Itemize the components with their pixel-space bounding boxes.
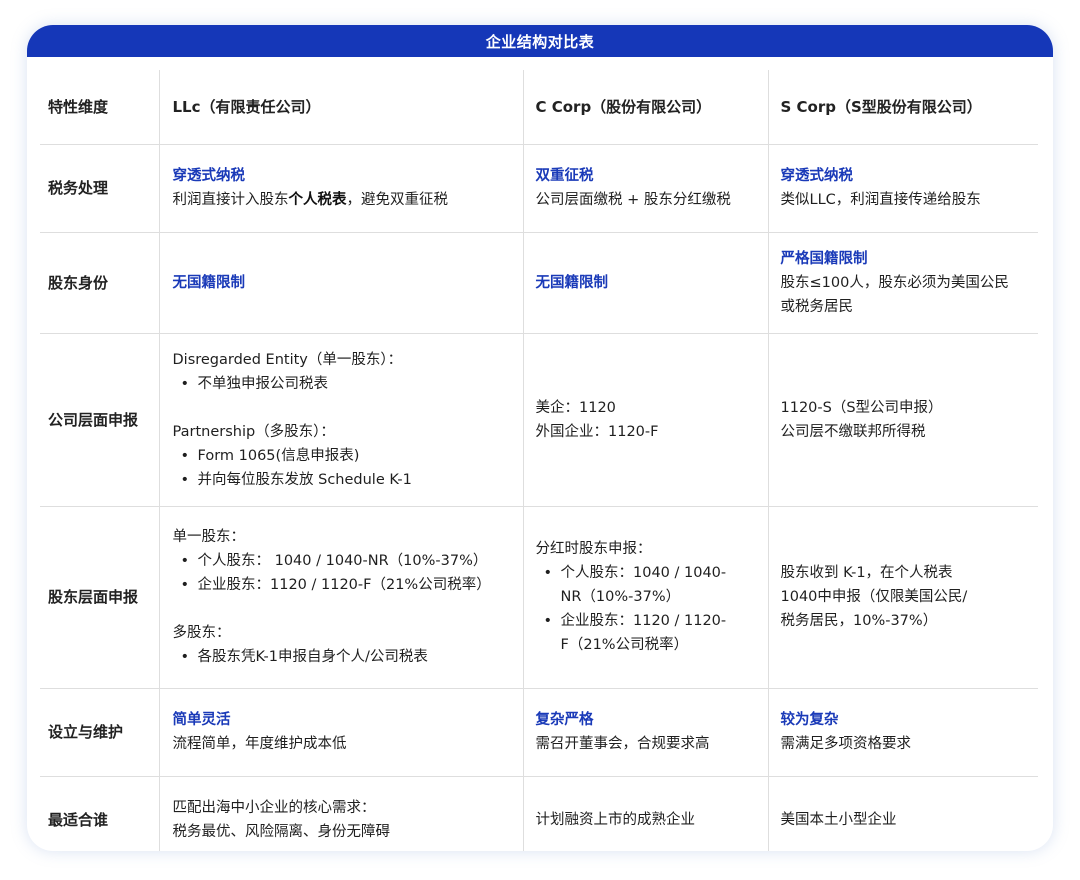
bullet-icon: •	[180, 649, 190, 665]
cell-text: 公司层不缴联邦所得税	[780, 423, 926, 440]
table-row-shareholder: 股东身份 无国籍限制 无国籍限制 严格国籍限制 股东≤100人，股东必须为美国公…	[40, 232, 1038, 334]
header-ccorp: C Corp（股份有限公司）	[523, 70, 769, 145]
bullet-icon: •	[180, 471, 190, 488]
table-title: 企业结构对比表	[27, 25, 1053, 57]
header-scorp: S Corp（S型股份有限公司）	[768, 70, 1038, 145]
cell-ccorp: 双重征税 公司层面缴税 + 股东分红缴税	[523, 144, 769, 233]
cell-text: 需满足多项资格要求	[780, 736, 912, 752]
bullet-item: •企业股东：1120 / 1120-F（21%公司税率）	[536, 609, 756, 657]
cell-llc: 无国籍限制	[159, 232, 524, 334]
cell-heading: 分红时股东申报：	[535, 541, 652, 557]
table-header-row: 特性维度 LLc（有限责任公司） C Corp（股份有限公司） S Corp（S…	[40, 70, 1038, 145]
cell-text: 匹配出海中小企业的核心需求：	[172, 800, 376, 817]
bullet-icon: •	[180, 447, 190, 464]
table-row-tax: 税务处理 穿透式纳税 利润直接计入股东个人税表，避免双重征税 双重征税 公司层面…	[40, 144, 1038, 233]
cell-text: 1120-S（S型公司申报）	[780, 399, 943, 416]
cell-heading: Partnership（多股东）：	[172, 423, 335, 440]
row-label: 股东层面申报	[40, 506, 160, 689]
cell-scorp: 1120-S（S型公司申报） 公司层不缴联邦所得税	[768, 333, 1038, 507]
bullet-item: • Form 1065(信息申报表)	[173, 444, 511, 468]
highlight-text: 较为复杂	[780, 712, 839, 728]
cell-text: 税务最优、风险隔离、身份无障碍	[172, 824, 391, 841]
row-label: 公司层面申报	[40, 333, 160, 507]
row-label: 最适合谁	[40, 776, 160, 851]
cell-llc: 匹配出海中小企业的核心需求： 税务最优、风险隔离、身份无障碍	[159, 776, 524, 851]
bullet-icon: •	[180, 375, 190, 392]
cell-llc: Disregarded Entity（单一股东）： • 不单独申报公司税表 Par…	[159, 333, 524, 507]
bullet-item: • 并向每位股东发放 Schedule K-1	[173, 468, 511, 492]
cell-llc: 单一股东： • 个人股东： 1040 / 1040-NR（10%-37%） • 企业…	[159, 506, 524, 689]
bullet-item: •企业股东：1120 / 1120-F（21%公司税率）	[173, 573, 511, 597]
row-label: 股东身份	[40, 232, 160, 334]
bullet-icon: •	[180, 553, 190, 569]
highlight-text: 穿透式纳税	[172, 168, 246, 184]
cell-text: 1040中申报（仅限美国公民/	[780, 589, 968, 605]
highlight-text: 复杂严格	[535, 712, 594, 728]
cell-text: 需召开董事会，合规要求高	[535, 736, 710, 752]
cell-heading: 多股东：	[172, 625, 231, 641]
cell-ccorp: 分红时股东申报： • 个人股东：1040 / 1040- NR（10%-37%） •…	[523, 506, 769, 689]
bullet-item: • 各股东凭K-1申报自身个人/公司税表	[173, 645, 511, 669]
cell-scorp: 股东收到 K-1，在个人税表 1040中申报（仅限美国公民/ 税务居民，10%-…	[768, 506, 1038, 689]
cell-text: 或税务居民	[780, 298, 854, 315]
cell-text: 股东≤100人，股东必须为美国公民	[780, 274, 1009, 291]
cell-scorp: 穿透式纳税 类似LLC，利润直接传递给股东	[768, 144, 1038, 233]
row-label: 税务处理	[40, 144, 160, 233]
cell-text: 美国本土小型企业	[780, 812, 897, 829]
header-feature: 特性维度	[40, 70, 160, 145]
highlight-text: 简单灵活	[172, 712, 231, 728]
bullet-icon: •	[180, 577, 190, 593]
table-row-shareholder-filing: 股东层面申报 单一股东： • 个人股东： 1040 / 1040-NR（10%-3…	[40, 506, 1038, 689]
cell-ccorp: 计划融资上市的成熟企业	[523, 776, 769, 851]
comparison-table: 特性维度 LLc（有限责任公司） C Corp（股份有限公司） S Corp（S…	[40, 70, 1038, 851]
cell-scorp: 严格国籍限制 股东≤100人，股东必须为美国公民 或税务居民	[768, 232, 1038, 334]
cell-text: 股东收到 K-1，在个人税表	[780, 565, 953, 581]
cell-ccorp: 复杂严格 需召开董事会，合规要求高	[523, 688, 769, 777]
row-label: 设立与维护	[40, 688, 160, 777]
highlight-text: 无国籍限制	[535, 274, 609, 291]
header-llc: LLc（有限责任公司）	[159, 70, 524, 145]
bullet-icon: •	[543, 565, 553, 581]
cell-scorp: 较为复杂 需满足多项资格要求	[768, 688, 1038, 777]
cell-text: 美企：1120	[535, 399, 616, 416]
bullet-item: • 不单独申报公司税表	[173, 372, 511, 396]
bullet-item: • 个人股东：1040 / 1040- NR（10%-37%）	[536, 561, 756, 609]
bullet-icon: •	[543, 613, 553, 629]
highlight-text: 严格国籍限制	[780, 250, 868, 267]
cell-llc: 简单灵活 流程简单，年度维护成本低	[159, 688, 524, 777]
highlight-text: 无国籍限制	[172, 274, 246, 291]
table-row-corp-filing: 公司层面申报 Disregarded Entity（单一股东）： • 不单独申报公…	[40, 333, 1038, 507]
table-row-fit: 最适合谁 匹配出海中小企业的核心需求： 税务最优、风险隔离、身份无障碍 计划融资…	[40, 776, 1038, 851]
cell-text: 税务居民，10%-37%）	[780, 613, 938, 629]
cell-text: 公司层面缴税 + 股东分红缴税	[535, 192, 731, 208]
cell-llc: 穿透式纳税 利润直接计入股东个人税表，避免双重征税	[159, 144, 524, 233]
cell-text: 流程简单，年度维护成本低	[172, 736, 347, 752]
cell-heading: 单一股东：	[172, 529, 246, 545]
cell-text: 计划融资上市的成熟企业	[535, 812, 696, 829]
table-row-setup: 设立与维护 简单灵活 流程简单，年度维护成本低 复杂严格 需召开董事会，合规要求…	[40, 688, 1038, 777]
highlight-text: 穿透式纳税	[780, 168, 854, 184]
text-segment: 利润直接计入股东	[172, 192, 289, 208]
cell-ccorp: 美企：1120 外国企业：1120-F	[523, 333, 769, 507]
cell-scorp: 美国本土小型企业	[768, 776, 1038, 851]
highlight-text: 双重征税	[535, 168, 594, 184]
cell-ccorp: 无国籍限制	[523, 232, 769, 334]
cell-text: 外国企业：1120-F	[535, 423, 659, 440]
cell-heading: Disregarded Entity（单一股东）：	[172, 351, 403, 368]
comparison-card: 企业结构对比表 特性维度 LLc（有限责任公司） C Corp（股份有限公司） …	[27, 25, 1053, 851]
bold-text-segment: 个人税表	[288, 192, 347, 208]
cell-text: 类似LLC，利润直接传递给股东	[780, 192, 981, 208]
text-segment: ，避免双重征税	[346, 192, 449, 208]
bullet-item: • 个人股东： 1040 / 1040-NR（10%-37%）	[173, 549, 511, 573]
cell-text: 利润直接计入股东个人税表，避免双重征税	[173, 188, 511, 212]
